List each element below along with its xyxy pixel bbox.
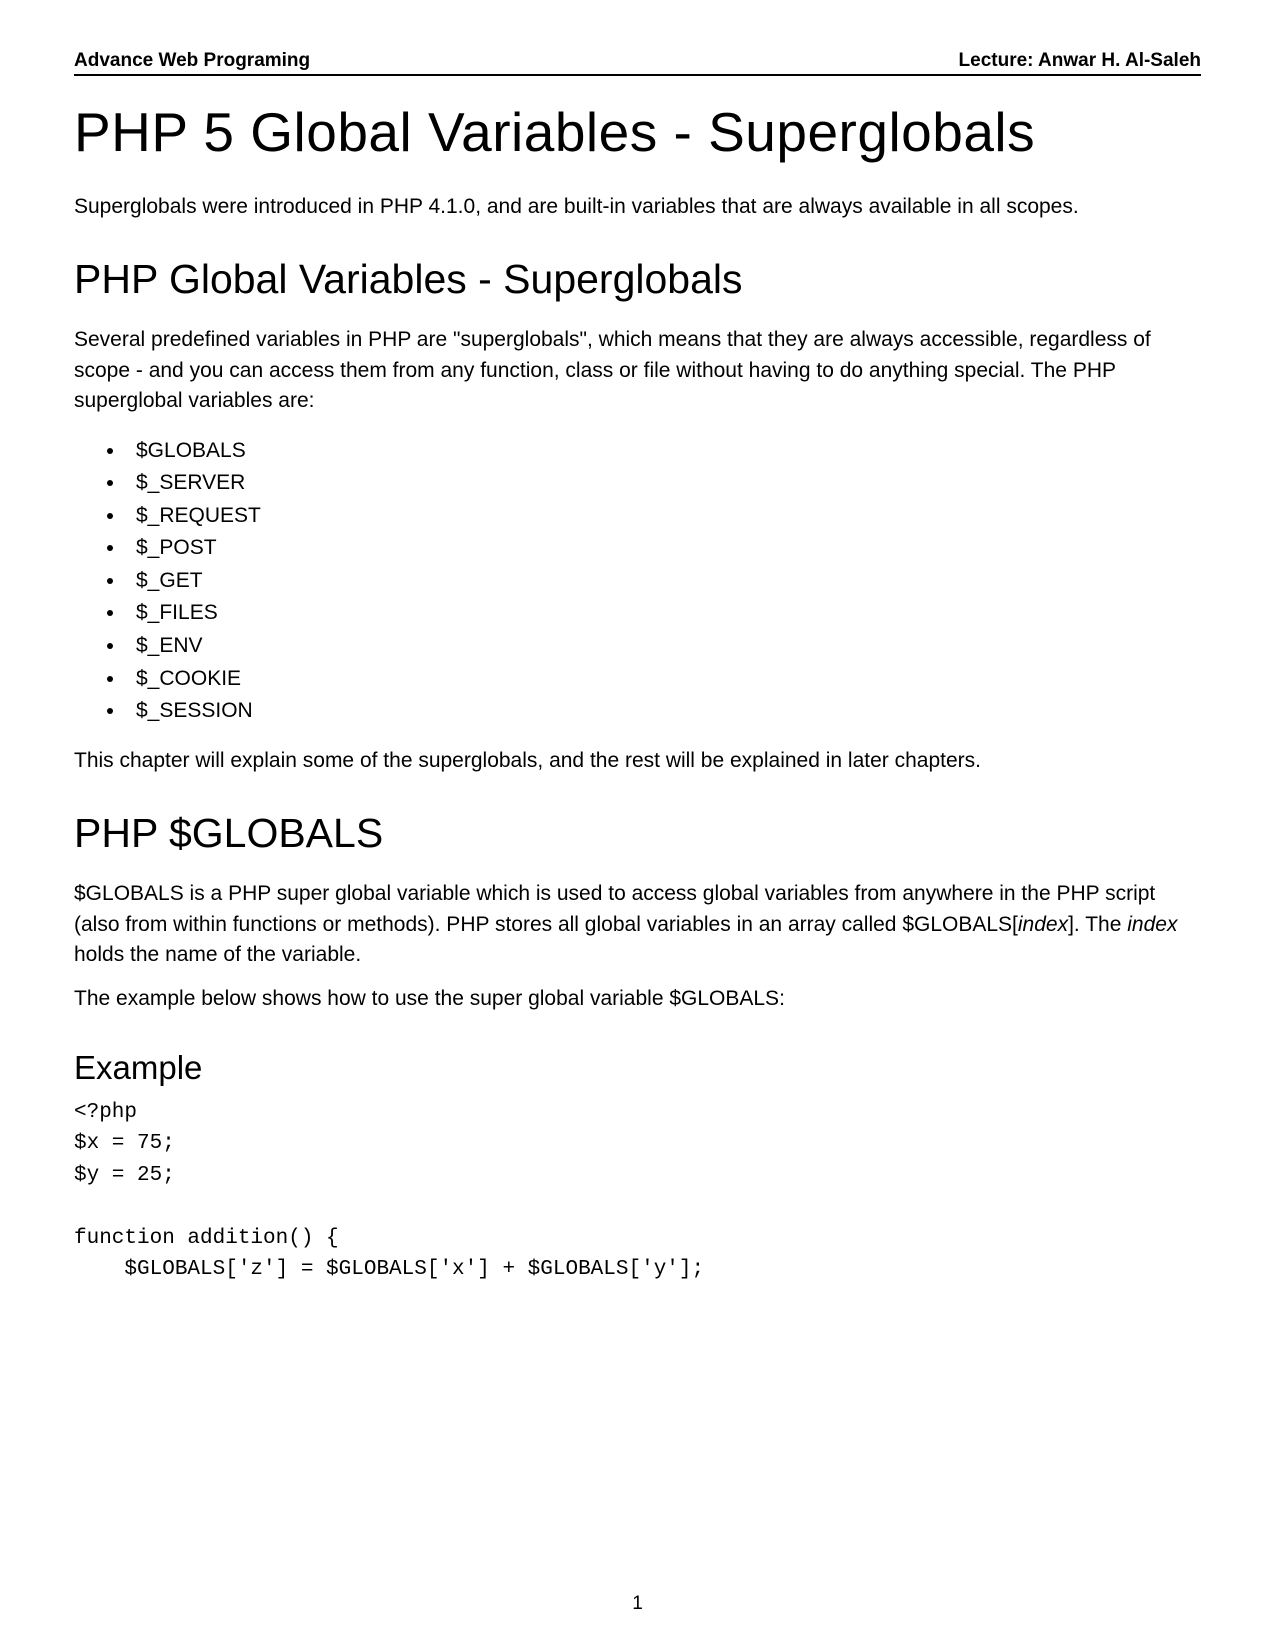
page-number: 1 (0, 1593, 1275, 1615)
section1-after-paragraph: This chapter will explain some of the su… (74, 746, 1201, 776)
list-item: $_ENV (126, 630, 1201, 663)
list-item: $_SERVER (126, 467, 1201, 500)
page-header: Advance Web Programing Lecture: Anwar H.… (74, 50, 1201, 76)
section1-paragraph: Several predefined variables in PHP are … (74, 325, 1201, 416)
section-heading-2: PHP $GLOBALS (74, 810, 1201, 857)
code-block: <?php $x = 75; $y = 25; function additio… (74, 1097, 1201, 1286)
section-heading-1: PHP Global Variables - Superglobals (74, 256, 1201, 303)
text: holds the name of the variable. (74, 943, 361, 966)
header-right: Lecture: Anwar H. Al-Saleh (959, 50, 1201, 72)
section2-paragraph-1: $GLOBALS is a PHP super global variable … (74, 879, 1201, 970)
list-item: $GLOBALS (126, 435, 1201, 468)
list-item: $_SESSION (126, 695, 1201, 728)
list-item: $_COOKIE (126, 663, 1201, 696)
page-title: PHP 5 Global Variables - Superglobals (74, 100, 1201, 164)
superglobals-list: $GLOBALS $_SERVER $_REQUEST $_POST $_GET… (110, 435, 1201, 728)
example-heading: Example (74, 1049, 1201, 1087)
italic-text: index (1018, 913, 1068, 936)
text: ]. The (1068, 913, 1127, 936)
section2-paragraph-2: The example below shows how to use the s… (74, 984, 1201, 1014)
italic-text: index (1127, 913, 1177, 936)
text: $GLOBALS is a PHP super global variable … (74, 882, 1155, 935)
list-item: $_GET (126, 565, 1201, 598)
intro-paragraph: Superglobals were introduced in PHP 4.1.… (74, 192, 1201, 222)
header-left: Advance Web Programing (74, 50, 310, 72)
list-item: $_POST (126, 532, 1201, 565)
page: Advance Web Programing Lecture: Anwar H.… (0, 0, 1275, 1650)
list-item: $_REQUEST (126, 500, 1201, 533)
list-item: $_FILES (126, 597, 1201, 630)
